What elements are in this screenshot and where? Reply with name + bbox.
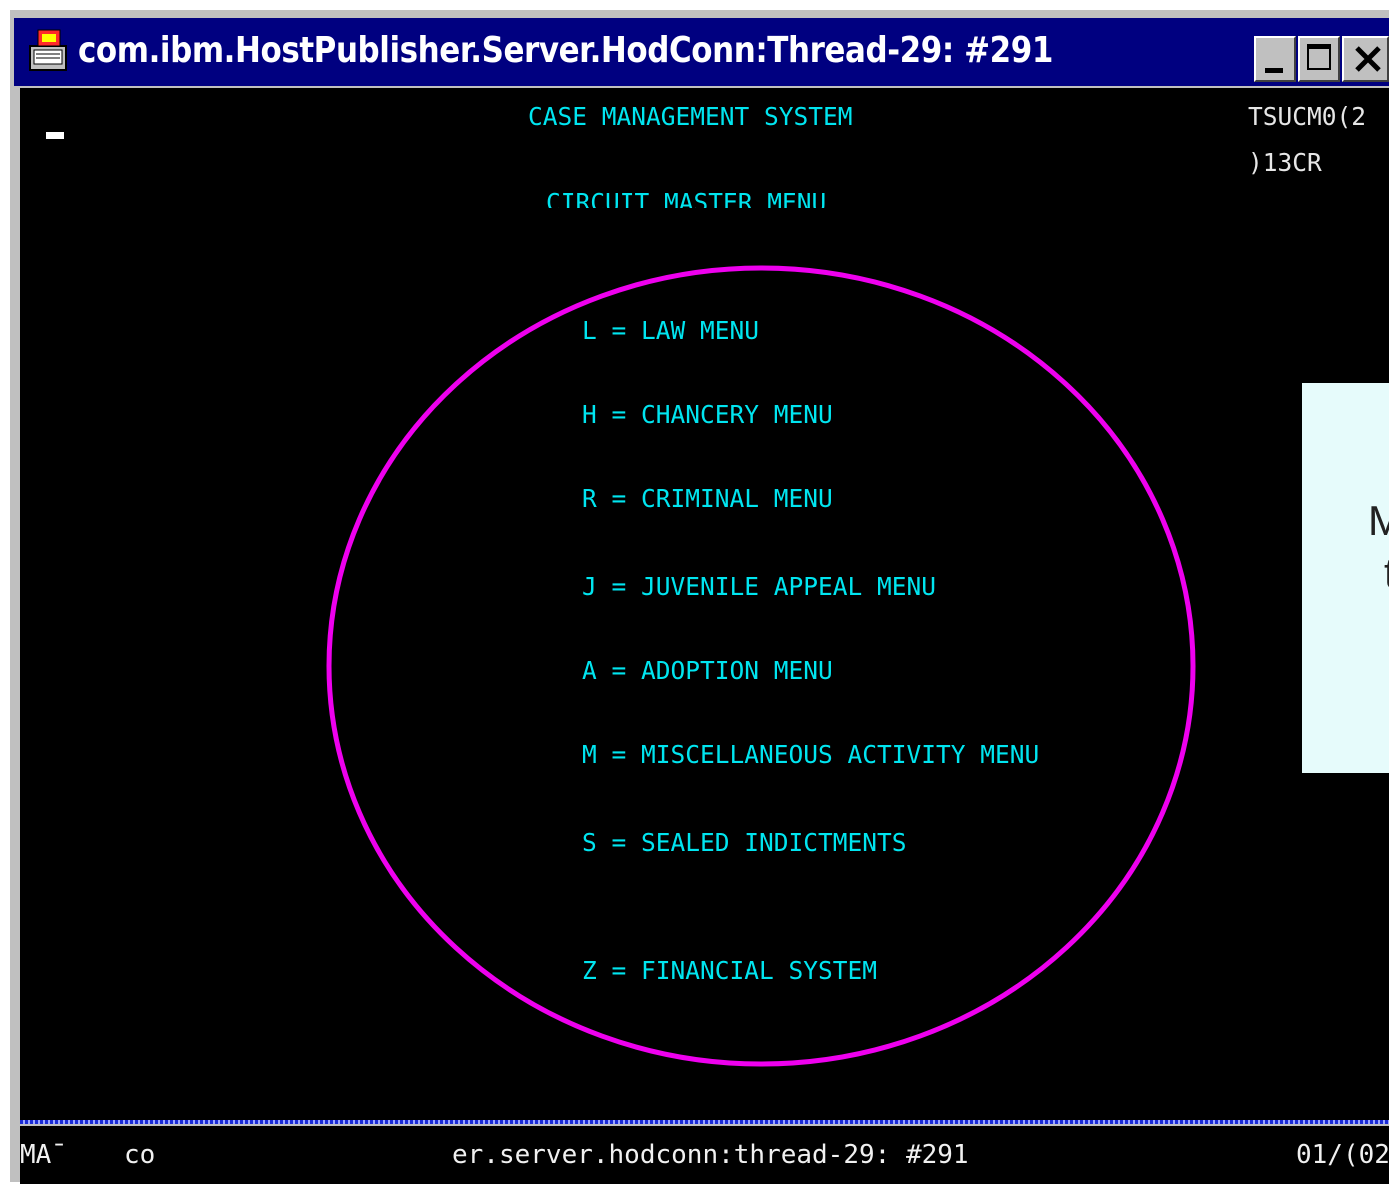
maximize-button[interactable] bbox=[1298, 36, 1340, 82]
maximize-icon bbox=[1307, 44, 1331, 70]
status-session: er.server.hodconn:thread-29: #291 bbox=[452, 1140, 969, 1170]
status-mode: MA¯ bbox=[20, 1140, 67, 1170]
minimize-icon bbox=[1265, 68, 1283, 73]
close-button[interactable] bbox=[1342, 36, 1389, 82]
close-icon bbox=[1355, 46, 1381, 72]
terminal-screen[interactable]: CASE MANAGEMENT SYSTEM CIRCUIT MASTER ME… bbox=[20, 88, 1389, 1124]
callout-line-1: M bbox=[1368, 497, 1389, 544]
status-cursor-position: 01/(02 bbox=[1296, 1140, 1389, 1170]
host-window: com.ibm.HostPublisher.Server.HodConn:Thr… bbox=[10, 10, 1389, 1184]
minimize-button[interactable] bbox=[1254, 36, 1296, 82]
status-indicator: co bbox=[124, 1140, 156, 1170]
window-title: com.ibm.HostPublisher.Server.HodConn:Thr… bbox=[78, 30, 1053, 71]
app-icon[interactable] bbox=[28, 28, 70, 74]
status-bar: MA¯ co er.server.hodconn:thread-29: #291… bbox=[20, 1126, 1389, 1184]
status-separator bbox=[20, 1120, 1389, 1124]
callout-box: M t bbox=[1302, 383, 1389, 773]
title-bar[interactable]: com.ibm.HostPublisher.Server.HodConn:Thr… bbox=[14, 18, 1389, 86]
callout-line-2: t bbox=[1384, 547, 1389, 599]
highlight-ellipse bbox=[326, 265, 1196, 1067]
